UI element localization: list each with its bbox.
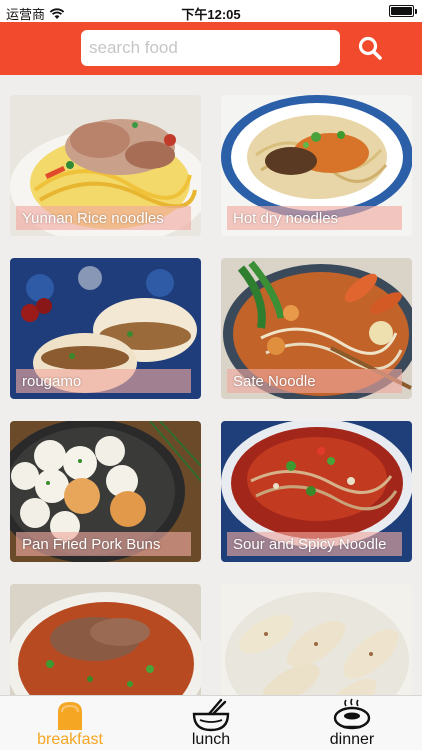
food-grid: Yunnan Rice noodles Hot dry noodles roug…: [0, 75, 422, 695]
food-photo: [10, 584, 201, 695]
food-card-sate-noodle[interactable]: Sate Noodle: [221, 258, 412, 399]
food-name: Yunnan Rice noodles: [22, 210, 164, 227]
tab-label: breakfast: [37, 731, 103, 748]
tab-dinner[interactable]: dinner: [282, 696, 422, 750]
toast-icon: [58, 702, 82, 730]
food-name: rougamo: [22, 373, 82, 390]
food-name: Sour and Spicy Noodle: [233, 536, 387, 553]
search-input[interactable]: [81, 30, 340, 66]
food-card-sour-and-spicy-noodle[interactable]: Sour and Spicy Noodle: [221, 421, 412, 562]
food-card-8[interactable]: [221, 584, 412, 695]
tab-label: dinner: [329, 731, 375, 748]
battery-icon: [389, 5, 417, 17]
tab-label: lunch: [191, 731, 231, 748]
search-icon: [358, 36, 382, 60]
tab-bar: breakfast lunch dinner: [0, 695, 422, 750]
food-card-hot-dry-noodles[interactable]: Hot dry noodles: [221, 95, 412, 236]
food-name: Hot dry noodles: [233, 210, 339, 227]
food-card-yunnan-rice-noodles[interactable]: Yunnan Rice noodles: [10, 95, 201, 236]
food-photo: [221, 584, 412, 695]
tab-breakfast[interactable]: breakfast: [0, 696, 140, 750]
clock: 下午12:05: [181, 7, 241, 22]
soup-bowl-icon: [333, 698, 371, 730]
food-card-7[interactable]: [10, 584, 201, 695]
search-header: [0, 22, 422, 75]
food-name: Sate Noodle: [233, 373, 316, 390]
bowl-chopsticks-icon: [192, 698, 230, 732]
food-card-pan-fried-pork-buns[interactable]: Pan Fried Pork Buns: [10, 421, 201, 562]
food-name: Pan Fried Pork Buns: [22, 536, 161, 553]
search-button[interactable]: [352, 30, 388, 66]
food-card-rougamo[interactable]: rougamo: [10, 258, 201, 399]
tab-lunch[interactable]: lunch: [141, 696, 281, 750]
status-bar: 运营商 下午12:05: [0, 0, 422, 22]
